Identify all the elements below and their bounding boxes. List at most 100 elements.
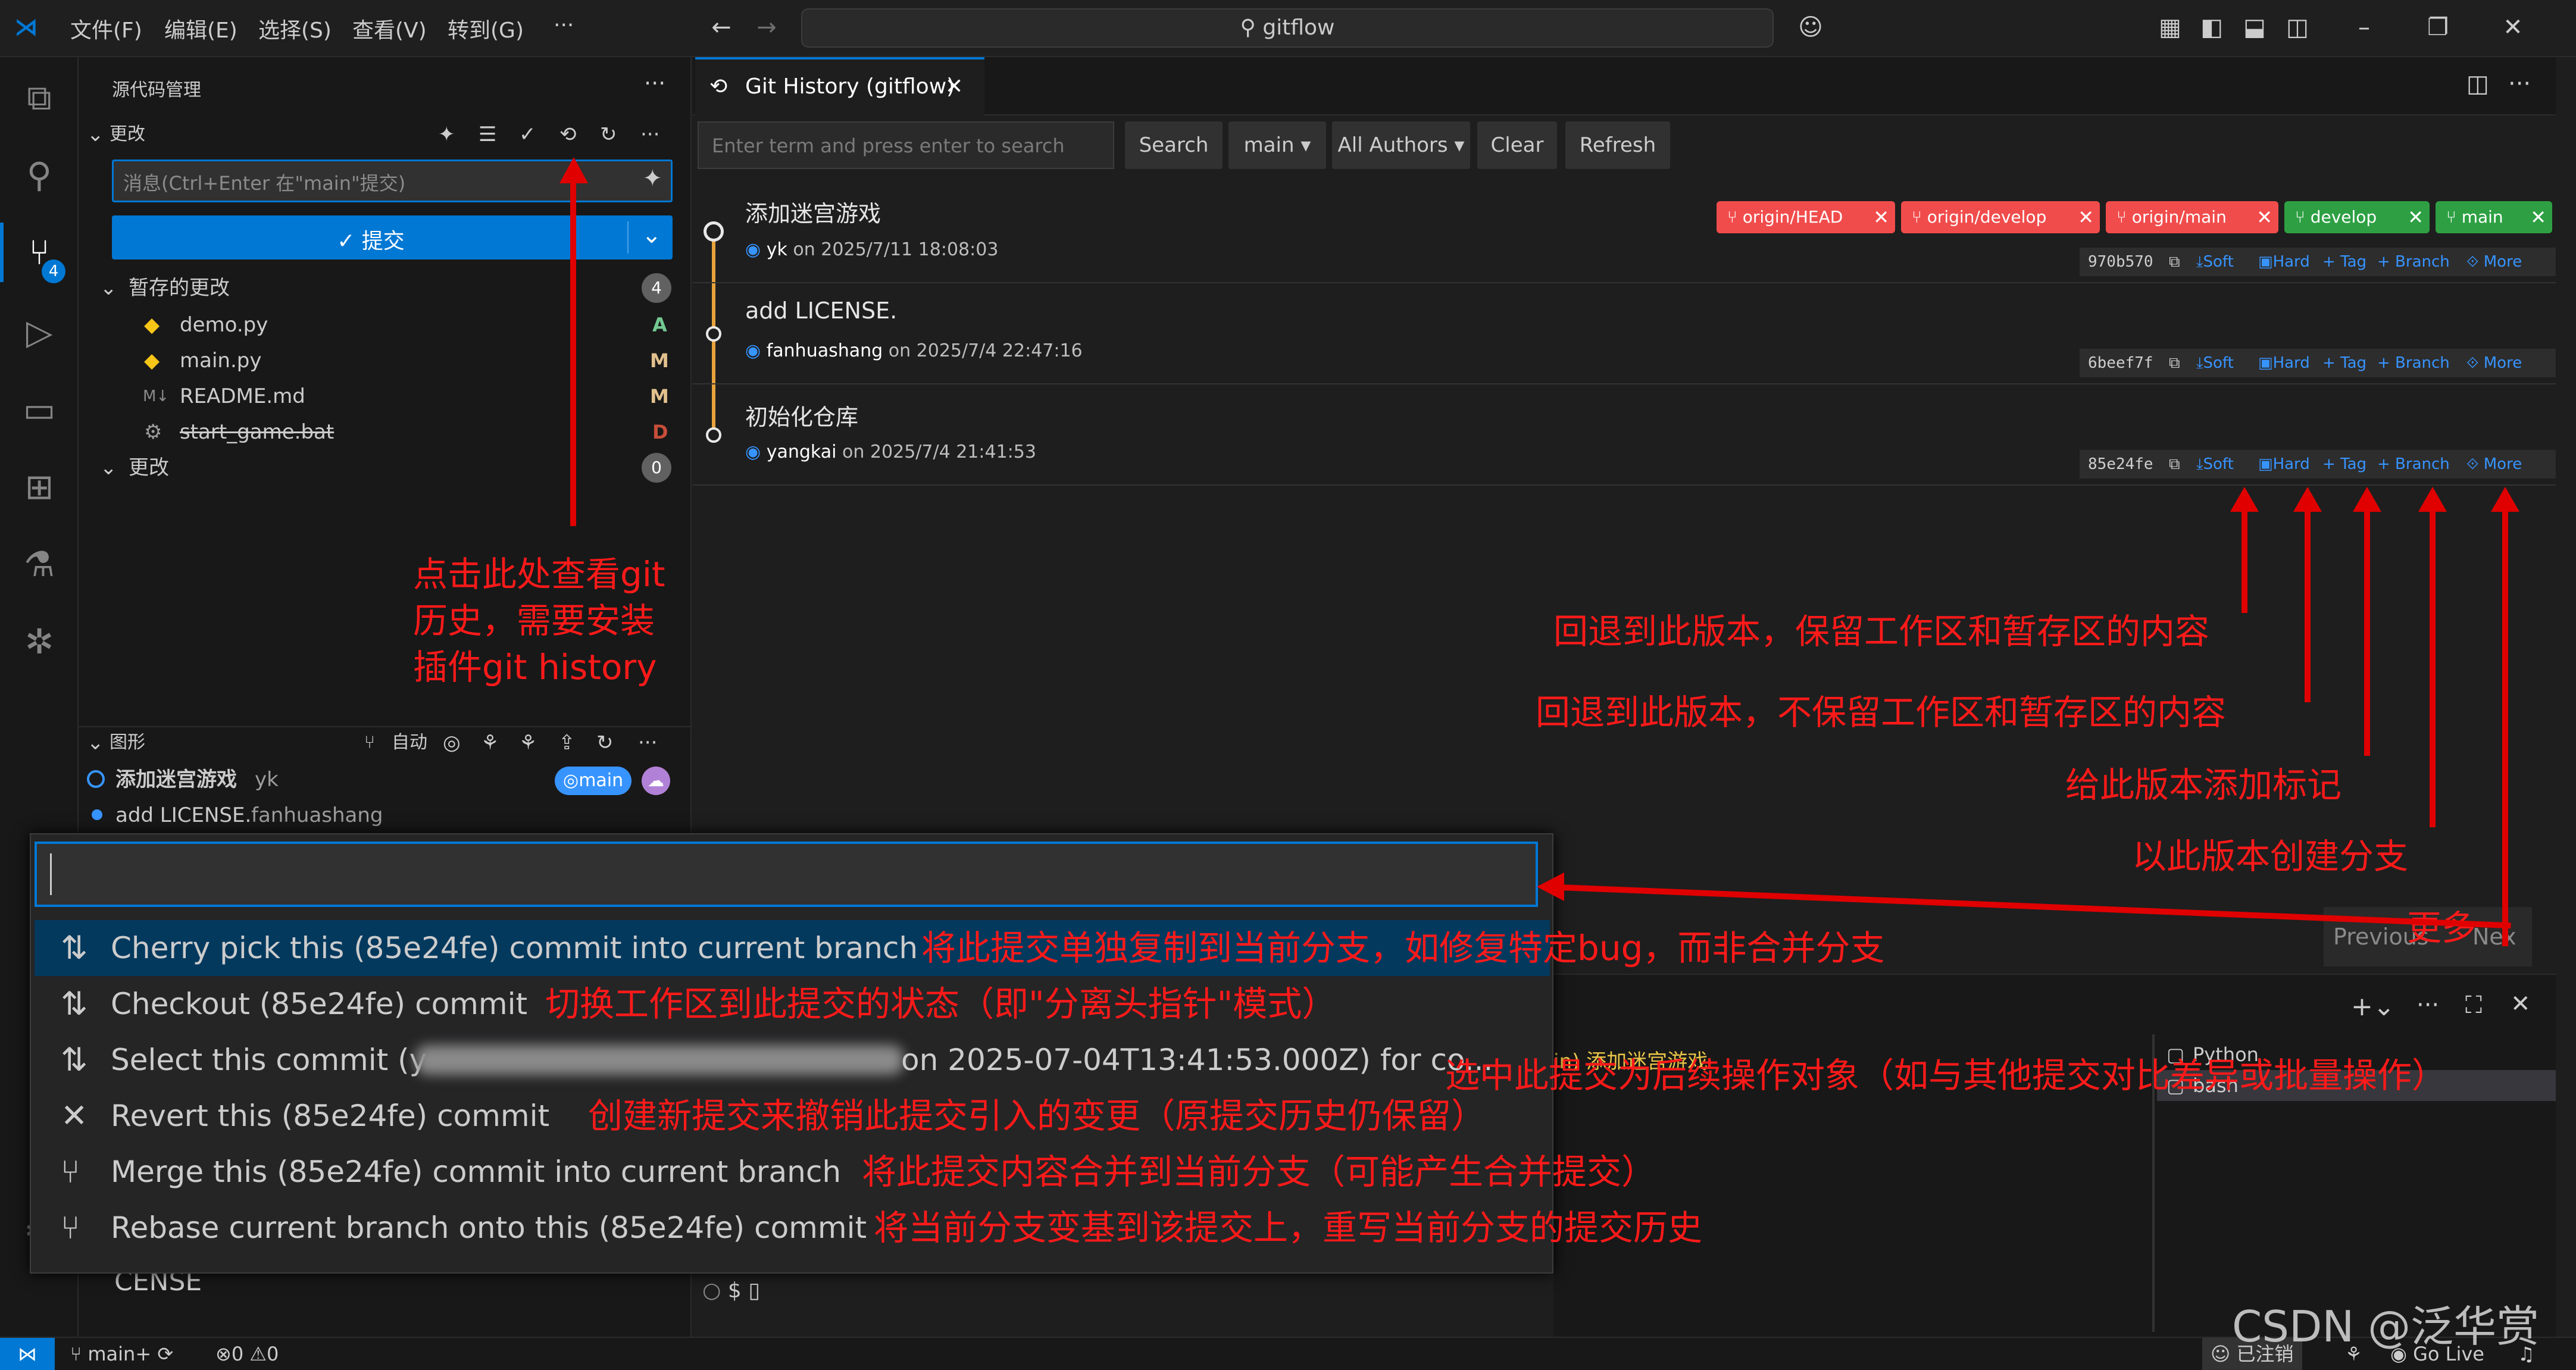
authors-filter-button[interactable]: All Authors ▾ (1332, 121, 1470, 169)
add-tag-link[interactable]: + Tag (2322, 349, 2366, 377)
copilot-icon[interactable]: ☺ (1795, 12, 1826, 43)
split-editor-icon[interactable]: ◫ (2466, 70, 2489, 98)
menu-file[interactable]: 文件(F) (70, 13, 142, 44)
more-actions-icon[interactable]: ··· (640, 117, 659, 152)
add-tag-link[interactable]: + Tag (2322, 248, 2366, 276)
tab-git-history[interactable]: ⟲ Git History (gitflow) ✕ (695, 57, 984, 115)
ref-badge-origin-head[interactable]: ⑂ origin/HEAD ✕ (1717, 201, 1895, 233)
remove-ref-icon[interactable]: ✕ (2530, 201, 2546, 233)
graph-branch-icon[interactable]: ⑂ (364, 726, 375, 759)
commit-dropdown-chevron-icon[interactable]: ⌄ (642, 221, 662, 249)
extensions-icon[interactable]: ⊞ (14, 462, 64, 512)
ref-badge-origin-develop[interactable]: ⑂ origin/develop ✕ (1901, 201, 2100, 233)
more-actions-link[interactable]: ⟐ More (2466, 248, 2522, 276)
graph-refresh-icon[interactable]: ↻ (596, 726, 614, 759)
remove-ref-icon[interactable]: ✕ (1873, 201, 1889, 233)
history-commit-row[interactable]: add LICENSE. ◉ fanhuashang on 2025/7/4 2… (693, 283, 2556, 384)
close-window-icon[interactable]: ✕ (2497, 12, 2528, 43)
graph-push-icon[interactable]: ⇪ (558, 726, 576, 759)
new-terminal-icon[interactable]: +⌄ (2351, 991, 2395, 1022)
editor-more-icon[interactable]: ··· (2508, 70, 2531, 98)
clear-button[interactable]: Clear (1477, 121, 1557, 169)
file-item-main[interactable]: ◆ main.py M (79, 343, 692, 379)
qp-item-select-commit[interactable]: ⇅ Select this commit (y on 2025-07-04T13… (35, 1032, 1550, 1088)
nav-back-button[interactable]: ← (706, 12, 737, 43)
nav-forward-button[interactable]: → (751, 12, 782, 43)
git-history-icon[interactable]: ✲ (14, 617, 64, 667)
hard-reset-link[interactable]: ▣Hard (2258, 248, 2310, 276)
qp-item-merge[interactable]: ⑂ Merge this (85e24fe) commit into curre… (35, 1144, 1656, 1200)
remove-ref-icon[interactable]: ✕ (2078, 201, 2094, 233)
toggle-sidebar-icon[interactable]: ◧ (2196, 12, 2227, 43)
graph-pull-icon[interactable]: ⚘ (519, 726, 537, 759)
add-branch-link[interactable]: + Branch (2377, 349, 2450, 377)
refresh-icon[interactable]: ↻ (600, 117, 617, 152)
copy-hash-icon[interactable]: ⧉ (2169, 248, 2180, 276)
hard-reset-link[interactable]: ▣Hard (2258, 450, 2310, 478)
history-search-input[interactable]: Enter term and press enter to search (698, 121, 1114, 169)
qp-item-revert[interactable]: ✕ Revert this (85e24fe) commit 创建新提交来撤销此… (35, 1088, 1550, 1144)
commit-hash[interactable]: 970b570 (2088, 248, 2153, 276)
commit-message-input[interactable]: 消息(Ctrl+Enter 在"main"提交) ✦ (112, 159, 673, 202)
staged-changes-header[interactable]: ⌄ 暂存的更改 4 (79, 270, 692, 306)
graph-section-header[interactable]: ⌄ 图形 ⑂ 自动 ◎ ⚘ ⚘ ⇪ ↻ ··· (79, 726, 692, 759)
qp-item-cherry-pick[interactable]: ⇅ Cherry pick this (85e24fe) commit into… (35, 920, 1884, 976)
soft-reset-link[interactable]: ⤓Soft (2196, 349, 2234, 377)
explorer-icon[interactable]: ⧉ (14, 73, 64, 123)
view-history-icon[interactable]: ⟲ (559, 117, 577, 152)
file-item-start-game[interactable]: ⚙ start_game.bat D (79, 414, 692, 450)
view-as-tree-icon[interactable]: ☰ (479, 117, 496, 152)
graph-fetch-icon[interactable]: ⚘ (481, 726, 499, 759)
menu-go[interactable]: 转到(G) (448, 13, 524, 44)
ref-badge-origin-main[interactable]: ⑂ origin/main ✕ (2106, 201, 2278, 233)
remote-indicator-icon[interactable]: ⋈ (0, 1338, 55, 1370)
next-page-button[interactable]: Nex (2472, 907, 2516, 966)
add-branch-link[interactable]: + Branch (2377, 450, 2450, 478)
graph-auto-label[interactable]: 自动 (392, 726, 427, 759)
soft-reset-link[interactable]: ⤓Soft (2196, 450, 2234, 478)
refresh-button[interactable]: Refresh (1565, 121, 1670, 169)
remove-ref-icon[interactable]: ✕ (2256, 201, 2272, 233)
customize-layout-icon[interactable]: ▦ (2155, 12, 2186, 43)
branch-filter-button[interactable]: main ▾ (1228, 121, 1326, 169)
restore-icon[interactable]: ❐ (2422, 12, 2453, 43)
qp-item-rebase[interactable]: ⑂ Rebase current branch onto this (85e24… (35, 1200, 1702, 1256)
quick-pick-input[interactable] (35, 842, 1538, 907)
graph-more-icon[interactable]: ··· (638, 726, 657, 759)
graph-target-icon[interactable]: ◎ (443, 726, 461, 759)
maximize-panel-icon[interactable]: ⛶ (2465, 991, 2482, 1019)
problems-status[interactable]: ⊗0 ⚠0 (215, 1338, 279, 1370)
ref-badge-main[interactable]: ⑂ main ✕ (2436, 201, 2552, 233)
history-commit-row[interactable]: 添加迷宫游戏 ◉ yk on 2025/7/11 18:08:03 ⑂ orig… (693, 182, 2556, 283)
sidebar-more-icon[interactable]: ··· (644, 70, 665, 96)
run-debug-icon[interactable]: ▷ (14, 307, 64, 357)
toggle-panel-icon[interactable]: ⬓ (2239, 12, 2270, 43)
more-actions-link[interactable]: ⟐ More (2466, 450, 2522, 478)
qp-item-checkout[interactable]: ⇅ Checkout (85e24fe) commit 切换工作区到此提交的状态… (35, 976, 1550, 1032)
menu-edit[interactable]: 编辑(E) (164, 13, 237, 44)
menu-view[interactable]: 查看(V) (352, 13, 427, 44)
copy-hash-icon[interactable]: ⧉ (2169, 450, 2180, 478)
menu-more[interactable]: ··· (554, 13, 574, 37)
menu-selection[interactable]: 选择(S) (258, 13, 332, 44)
branch-status[interactable]: ⑂ main+ ⟳ (70, 1338, 173, 1370)
history-commit-row[interactable]: 初始化仓库 ◉ yangkai on 2025/7/4 21:41:53 85e… (693, 384, 2556, 486)
command-center-search[interactable]: ⚲ gitflow (801, 8, 1774, 48)
search-icon[interactable]: ⚲ (14, 150, 64, 200)
graph-commit-row[interactable]: add LICENSE. fanhuashang (79, 797, 692, 833)
toggle-secondary-sidebar-icon[interactable]: ◫ (2282, 12, 2313, 43)
copy-hash-icon[interactable]: ⧉ (2169, 349, 2180, 377)
file-item-readme[interactable]: M↓ README.md M (79, 379, 692, 414)
testing-icon[interactable]: ⚗ (14, 539, 64, 589)
unstaged-changes-header[interactable]: ⌄ 更改 0 (79, 450, 692, 486)
commit-button[interactable]: ✓ 提交 ⌄ (112, 215, 673, 259)
sparkle-icon[interactable]: ✦ (438, 117, 455, 152)
search-button[interactable]: Search (1125, 121, 1223, 169)
close-tab-icon[interactable]: ✕ (945, 60, 963, 114)
remove-ref-icon[interactable]: ✕ (2408, 201, 2424, 233)
generate-message-icon[interactable]: ✦ (642, 165, 662, 192)
changes-section-header[interactable]: ⌄ 更改 ✦ ☰ ✓ ⟲ ↻ ··· (79, 117, 692, 152)
panel-more-icon[interactable]: ··· (2416, 991, 2439, 1019)
close-panel-icon[interactable]: ✕ (2511, 990, 2531, 1018)
remote-explorer-icon[interactable]: ▭ (14, 384, 64, 434)
